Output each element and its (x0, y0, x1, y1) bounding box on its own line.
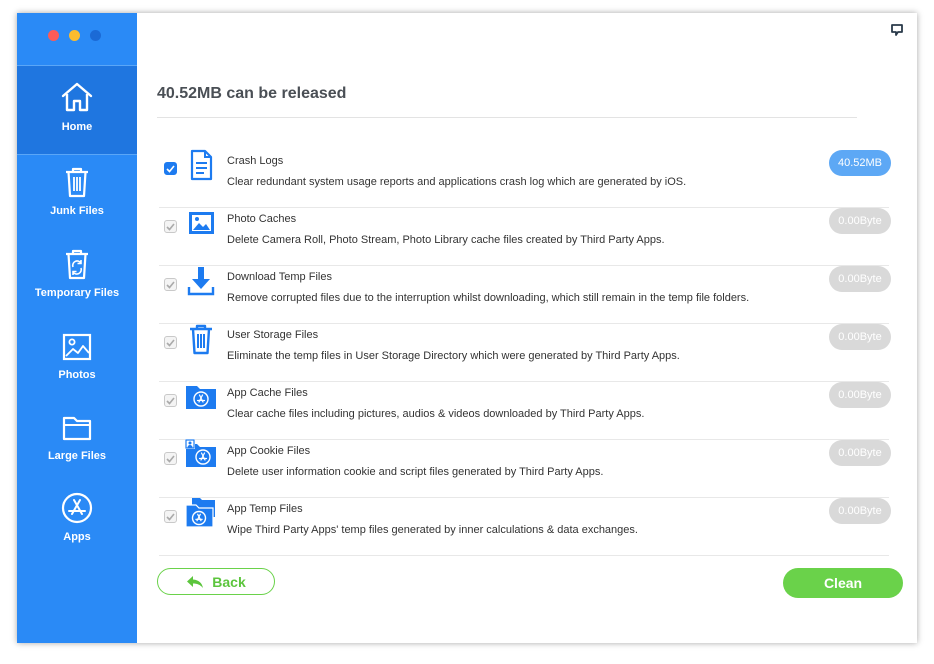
trash-can-icon (190, 324, 212, 355)
checkmark-icon (166, 280, 175, 289)
download-temp-files-checkbox[interactable] (164, 278, 177, 291)
checkmark-icon (166, 222, 175, 231)
app-temp-files-checkbox[interactable] (164, 510, 177, 523)
size-badge: 0.00Byte (829, 498, 891, 524)
clean-item-row[interactable]: Download Temp Files Remove corrupted fil… (159, 265, 891, 324)
clean-item-row[interactable]: App Cookie Files Delete user information… (159, 439, 891, 498)
app-cookie-folder-icon (185, 439, 216, 467)
window-controls (48, 30, 101, 41)
sidebar-item-home[interactable]: Home (17, 66, 137, 154)
clean-item-name: User Storage Files (227, 329, 319, 341)
back-arrow-icon (187, 575, 204, 588)
clean-button[interactable]: Clean (783, 568, 903, 598)
size-badge: 40.52MB (829, 150, 891, 176)
clean-item-description: Clear cache files including pictures, au… (227, 408, 645, 420)
clean-item-row[interactable]: User Storage Files Eliminate the temp fi… (159, 323, 891, 382)
sidebar-item-label: Photos (58, 369, 96, 381)
clean-item-name: Photo Caches (227, 213, 297, 225)
user-storage-files-checkbox[interactable] (164, 336, 177, 349)
sidebar-item-temporary-files[interactable]: Temporary Files (17, 247, 137, 317)
clean-item-description: Wipe Third Party Apps' temp files genera… (227, 524, 638, 536)
clean-item-description: Remove corrupted files due to the interr… (227, 292, 750, 304)
title-divider (157, 117, 857, 118)
clean-item-row[interactable]: Crash Logs Clear redundant system usage … (159, 149, 891, 208)
home-icon (61, 82, 93, 112)
app-temp-folder-icon (185, 498, 215, 528)
checkmark-icon (166, 512, 175, 521)
size-badge: 0.00Byte (829, 208, 891, 234)
clean-item-name: Crash Logs (227, 155, 284, 167)
document-icon (190, 149, 213, 181)
sidebar-item-photos[interactable]: Photos (17, 331, 137, 401)
app-cookie-files-checkbox[interactable] (164, 452, 177, 465)
clean-button-label: Clean (823, 575, 863, 591)
photo-caches-checkbox[interactable] (164, 220, 177, 233)
checkmark-icon (166, 396, 175, 405)
sidebar-item-label: Junk Files (50, 205, 104, 217)
app-cache-files-checkbox[interactable] (164, 394, 177, 407)
clean-item-name: App Cache Files (227, 387, 308, 399)
clean-item-name: App Temp Files (227, 503, 303, 515)
clean-item-row[interactable]: App Temp Files Wipe Third Party Apps' te… (159, 497, 891, 556)
photo-icon (62, 333, 92, 361)
image-icon (189, 212, 214, 234)
clean-item-description: Clear redundant system usage reports and… (227, 176, 687, 188)
close-window-button[interactable] (48, 30, 59, 41)
checkmark-icon (166, 338, 175, 347)
app-folder-icon (186, 386, 216, 409)
crash-logs-checkbox[interactable] (164, 162, 177, 175)
sidebar-item-label: Large Files (47, 450, 107, 462)
app-store-icon (61, 492, 93, 524)
clean-item-description: Delete user information cookie and scrip… (227, 466, 604, 478)
sidebar-item-apps[interactable]: Apps (17, 491, 137, 561)
clean-item-name: Download Temp Files (227, 271, 332, 283)
back-button[interactable]: Back (157, 568, 275, 595)
sidebar-divider (17, 154, 137, 155)
feedback-icon[interactable] (891, 24, 903, 36)
size-badge: 0.00Byte (829, 266, 891, 292)
download-icon (187, 267, 215, 296)
maximize-window-button[interactable] (90, 30, 101, 41)
checkmark-icon (166, 164, 175, 173)
page-title: 40.52MB can be released (157, 85, 347, 102)
trash-icon (66, 167, 88, 198)
sidebar-item-label: Home (61, 121, 93, 133)
sidebar-item-label: Apps (63, 531, 91, 543)
sidebar-item-junk-files[interactable]: Junk Files (17, 165, 137, 235)
size-badge: 0.00Byte (829, 324, 891, 350)
sidebar: Home Junk Files Temporary Files Photos L… (17, 13, 137, 643)
minimize-window-button[interactable] (69, 30, 80, 41)
clean-item-description: Eliminate the temp files in User Storage… (227, 350, 680, 362)
clean-item-description: Delete Camera Roll, Photo Stream, Photo … (227, 234, 665, 246)
clean-item-row[interactable]: Photo Caches Delete Camera Roll, Photo S… (159, 207, 891, 266)
temporary-files-icon (66, 249, 88, 280)
back-button-label: Back (212, 573, 246, 590)
clean-item-name: App Cookie Files (227, 445, 311, 457)
size-badge: 0.00Byte (829, 440, 891, 466)
main-panel: 40.52MB can be released Crash Logs Clear… (137, 13, 917, 643)
folder-icon (62, 416, 92, 441)
sidebar-item-large-files[interactable]: Large Files (17, 412, 137, 482)
app-window: Home Junk Files Temporary Files Photos L… (17, 13, 917, 643)
checkmark-icon (166, 454, 175, 463)
sidebar-item-label: Temporary Files (34, 287, 120, 299)
size-badge: 0.00Byte (829, 382, 891, 408)
clean-item-row[interactable]: App Cache Files Clear cache files includ… (159, 381, 891, 440)
